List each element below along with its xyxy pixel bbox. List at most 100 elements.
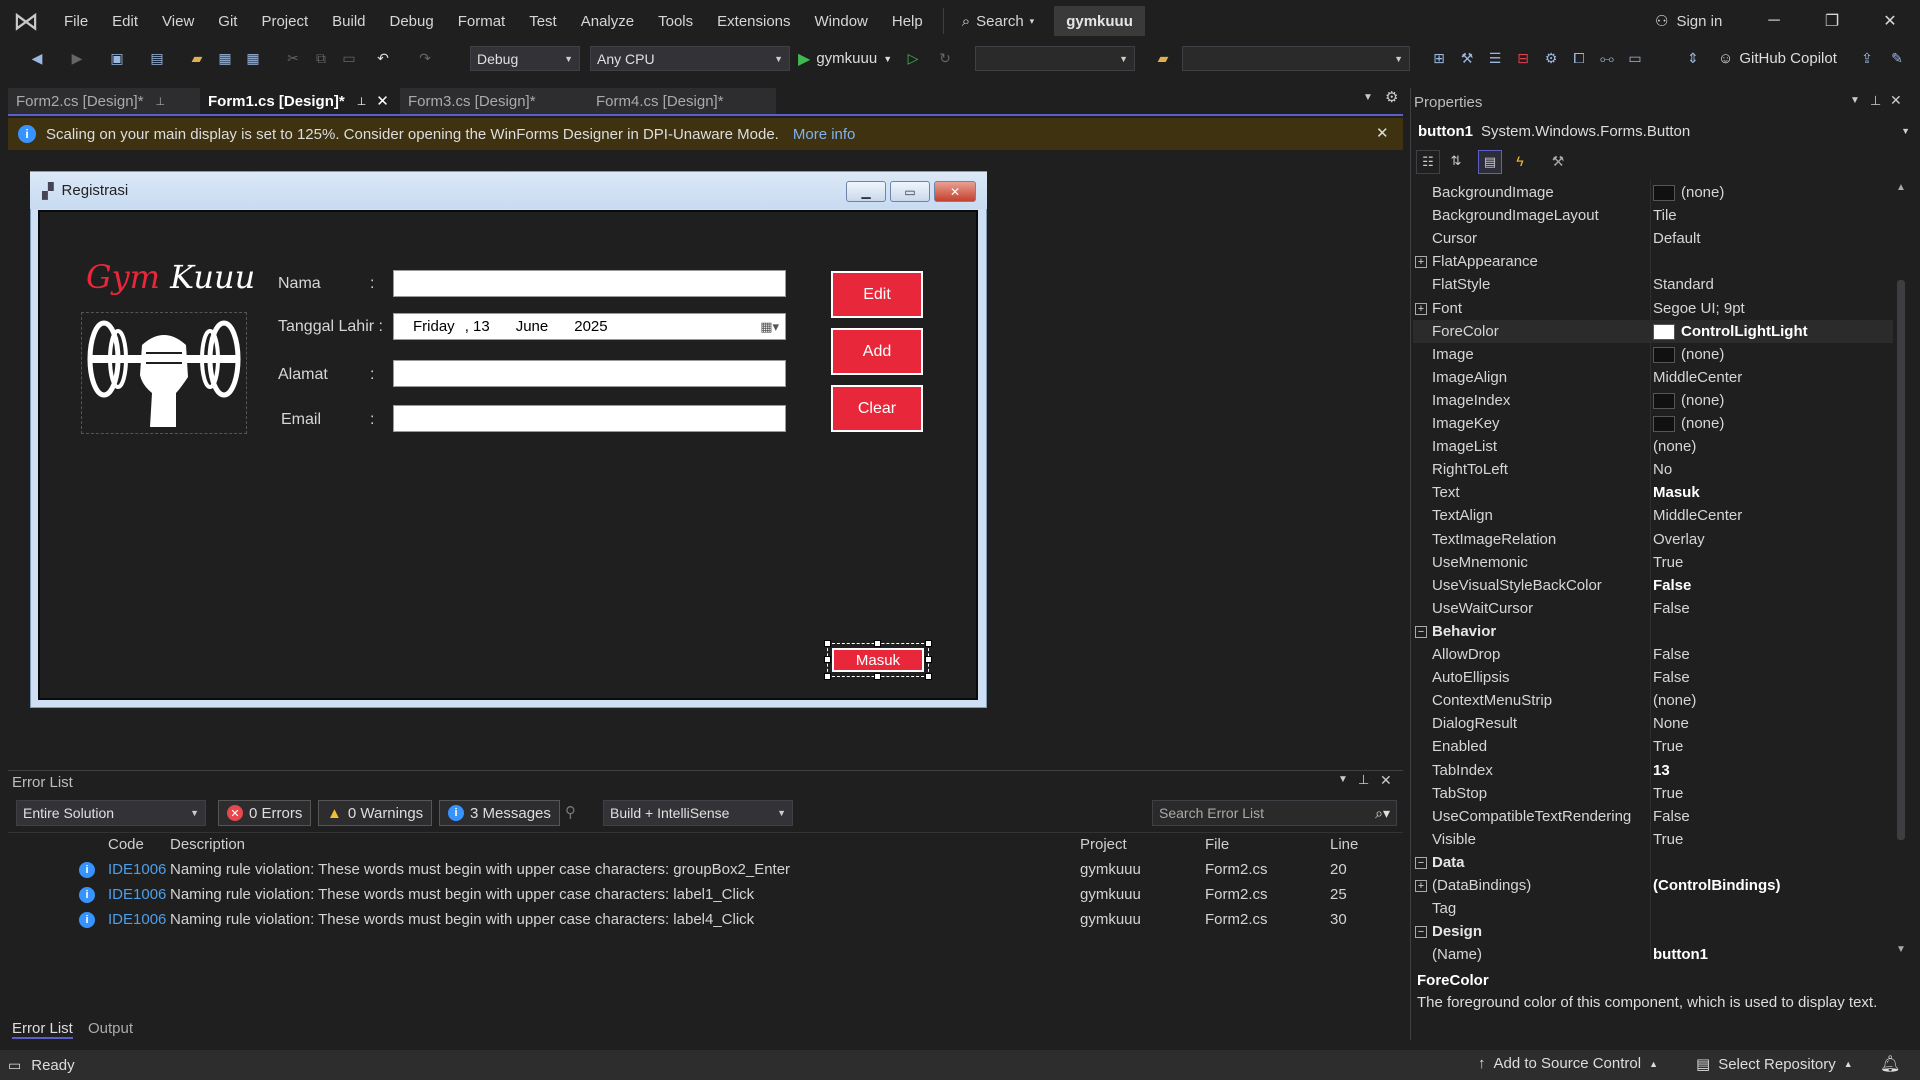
paste-icon[interactable]: ▭ — [338, 48, 360, 68]
menu-analyze[interactable]: Analyze — [569, 0, 646, 42]
cut-icon[interactable]: ✂ — [282, 48, 304, 68]
tab-output[interactable]: Output — [88, 1020, 133, 1037]
form-maximize-button[interactable]: ▭ — [890, 181, 930, 202]
platform-select[interactable]: Any CPU ▼ — [590, 46, 790, 71]
logo-picture-box[interactable] — [81, 312, 247, 434]
find-select[interactable]: ▼ — [1182, 46, 1410, 71]
property-value[interactable]: (ControlBindings) — [1653, 877, 1780, 894]
property-row[interactable]: BackgroundImage (none) — [1413, 181, 1893, 204]
tab-form2-design[interactable]: Form2.cs [Design]* ⊥ — [8, 88, 200, 114]
property-row[interactable]: DialogResult None — [1413, 712, 1893, 735]
expand-icon[interactable]: + — [1415, 302, 1427, 315]
scroll-up-icon[interactable]: ▲ — [1896, 182, 1906, 193]
expand-icon[interactable]: + — [1415, 255, 1427, 268]
property-row[interactable]: ImageIndex (none) — [1413, 389, 1893, 412]
panel-menu-icon[interactable]: ▼ — [1338, 774, 1348, 785]
property-row[interactable]: Cursor Default — [1413, 227, 1893, 250]
properties-scrollbar[interactable] — [1897, 280, 1905, 840]
property-value[interactable]: False — [1653, 646, 1690, 663]
property-row[interactable]: UseMnemonic True — [1413, 551, 1893, 574]
resize-handle[interactable] — [925, 640, 932, 647]
property-row[interactable]: Text Masuk — [1413, 481, 1893, 504]
scroll-down-icon[interactable]: ▼ — [1896, 944, 1906, 955]
property-value[interactable]: (none) — [1653, 392, 1724, 409]
property-value[interactable]: Segoe UI; 9pt — [1653, 300, 1745, 317]
property-value[interactable]: MiddleCenter — [1653, 369, 1742, 386]
github-copilot-button[interactable]: ☺ GitHub Copilot — [1718, 46, 1837, 71]
tab-list-dropdown-icon[interactable]: ▼ — [1363, 92, 1373, 103]
sign-in-button[interactable]: ⚇ Sign in — [1655, 0, 1722, 42]
property-value[interactable]: No — [1653, 461, 1672, 478]
property-value[interactable]: True — [1653, 831, 1683, 848]
property-value[interactable]: None — [1653, 715, 1689, 732]
format-icon[interactable]: ⚙ — [1540, 48, 1562, 68]
menu-format[interactable]: Format — [446, 0, 518, 42]
property-value[interactable]: (none) — [1653, 346, 1724, 363]
property-value[interactable]: button1 — [1653, 946, 1708, 963]
menu-help[interactable]: Help — [880, 0, 935, 42]
messages-filter-button[interactable]: i 3 Messages — [439, 800, 560, 826]
window-layout-icon[interactable]: ▭ — [1624, 48, 1646, 68]
error-description[interactable]: Naming rule violation: These words must … — [170, 886, 754, 903]
minimize-button[interactable]: ─ — [1745, 0, 1803, 42]
forward-icon[interactable]: ▶ — [66, 48, 88, 68]
menu-tools[interactable]: Tools — [646, 0, 705, 42]
error-code-link[interactable]: IDE1006 — [108, 911, 166, 928]
calendar-icon[interactable]: ▦▾ — [760, 319, 779, 335]
alphabetical-icon[interactable]: ⇅ — [1444, 150, 1468, 174]
property-value[interactable]: False — [1653, 808, 1690, 825]
property-value[interactable]: True — [1653, 785, 1683, 802]
source-select[interactable]: Build + IntelliSense ▼ — [603, 800, 793, 826]
pin-icon[interactable]: ⊥ — [357, 95, 367, 108]
property-row[interactable]: RightToLeft No — [1413, 458, 1893, 481]
share-icon[interactable]: ⇪ — [1856, 48, 1878, 68]
scope-select[interactable]: Entire Solution ▼ — [16, 800, 206, 826]
redo-icon[interactable]: ↷ — [414, 48, 436, 68]
property-row[interactable]: Enabled True — [1413, 735, 1893, 758]
back-icon[interactable]: ◀ — [26, 48, 48, 68]
property-category[interactable]: − Behavior — [1413, 620, 1893, 643]
debug-target-select[interactable]: ▼ — [975, 46, 1135, 71]
resize-handle[interactable] — [925, 656, 932, 663]
property-row[interactable]: Tag — [1413, 897, 1893, 920]
notifications-bell-icon[interactable]: 🔔︎ — [1880, 1054, 1900, 1074]
property-row[interactable]: FlatStyle Standard — [1413, 273, 1893, 296]
property-category[interactable]: − Design — [1413, 920, 1893, 943]
property-row[interactable]: UseVisualStyleBackColor False — [1413, 574, 1893, 597]
project-name-badge[interactable]: gymkuuu — [1054, 6, 1145, 36]
designer-layout-icon[interactable]: ⊞ — [1428, 48, 1450, 68]
error-code-link[interactable]: IDE1006 — [108, 886, 166, 903]
settings-gear-icon[interactable]: ⚙ — [1385, 88, 1398, 106]
column-project[interactable]: Project — [1080, 836, 1127, 853]
property-row[interactable]: BackgroundImageLayout Tile — [1413, 204, 1893, 227]
property-value[interactable]: Standard — [1653, 276, 1714, 293]
close-infobar-icon[interactable]: ✕ — [1376, 124, 1389, 142]
object-selector[interactable]: button1 System.Windows.Forms.Button ▼ — [1414, 118, 1914, 144]
filter-icon[interactable]: ⚲ — [565, 803, 576, 821]
new-project-icon[interactable]: ▣ — [106, 48, 128, 68]
panel-menu-icon[interactable]: ▼ — [1850, 95, 1860, 106]
property-value[interactable]: False — [1653, 577, 1691, 594]
select-repository-button[interactable]: ▤ Select Repository ▲ — [1696, 1055, 1853, 1074]
spacing-icon[interactable]: ⇕ — [1682, 48, 1704, 68]
property-row[interactable]: Image (none) — [1413, 343, 1893, 366]
property-row[interactable]: AllowDrop False — [1413, 643, 1893, 666]
property-category[interactable]: − Data — [1413, 851, 1893, 874]
menu-test[interactable]: Test — [517, 0, 569, 42]
property-row[interactable]: TextAlign MiddleCenter — [1413, 504, 1893, 527]
tanggal-lahir-datepicker[interactable]: Friday , 13 June 2025 ▦▾ — [393, 313, 786, 340]
property-row[interactable]: ImageList (none) — [1413, 435, 1893, 458]
configuration-select[interactable]: Debug ▼ — [470, 46, 580, 71]
property-value[interactable]: Tile — [1653, 207, 1677, 224]
collapse-icon[interactable]: − — [1415, 925, 1427, 938]
menu-file[interactable]: File — [52, 0, 100, 42]
pin-icon[interactable]: ⊥ — [1358, 772, 1369, 788]
form-minimize-button[interactable]: ▁ — [846, 181, 886, 202]
restore-button[interactable]: ❐ — [1803, 0, 1861, 42]
menu-project[interactable]: Project — [249, 0, 320, 42]
save-icon[interactable]: ▦ — [214, 48, 236, 68]
property-value[interactable]: Masuk — [1653, 484, 1700, 501]
tab-error-list[interactable]: Error List — [12, 1020, 73, 1039]
add-button[interactable]: Add — [831, 328, 923, 375]
add-item-icon[interactable]: ▤ — [146, 48, 168, 68]
